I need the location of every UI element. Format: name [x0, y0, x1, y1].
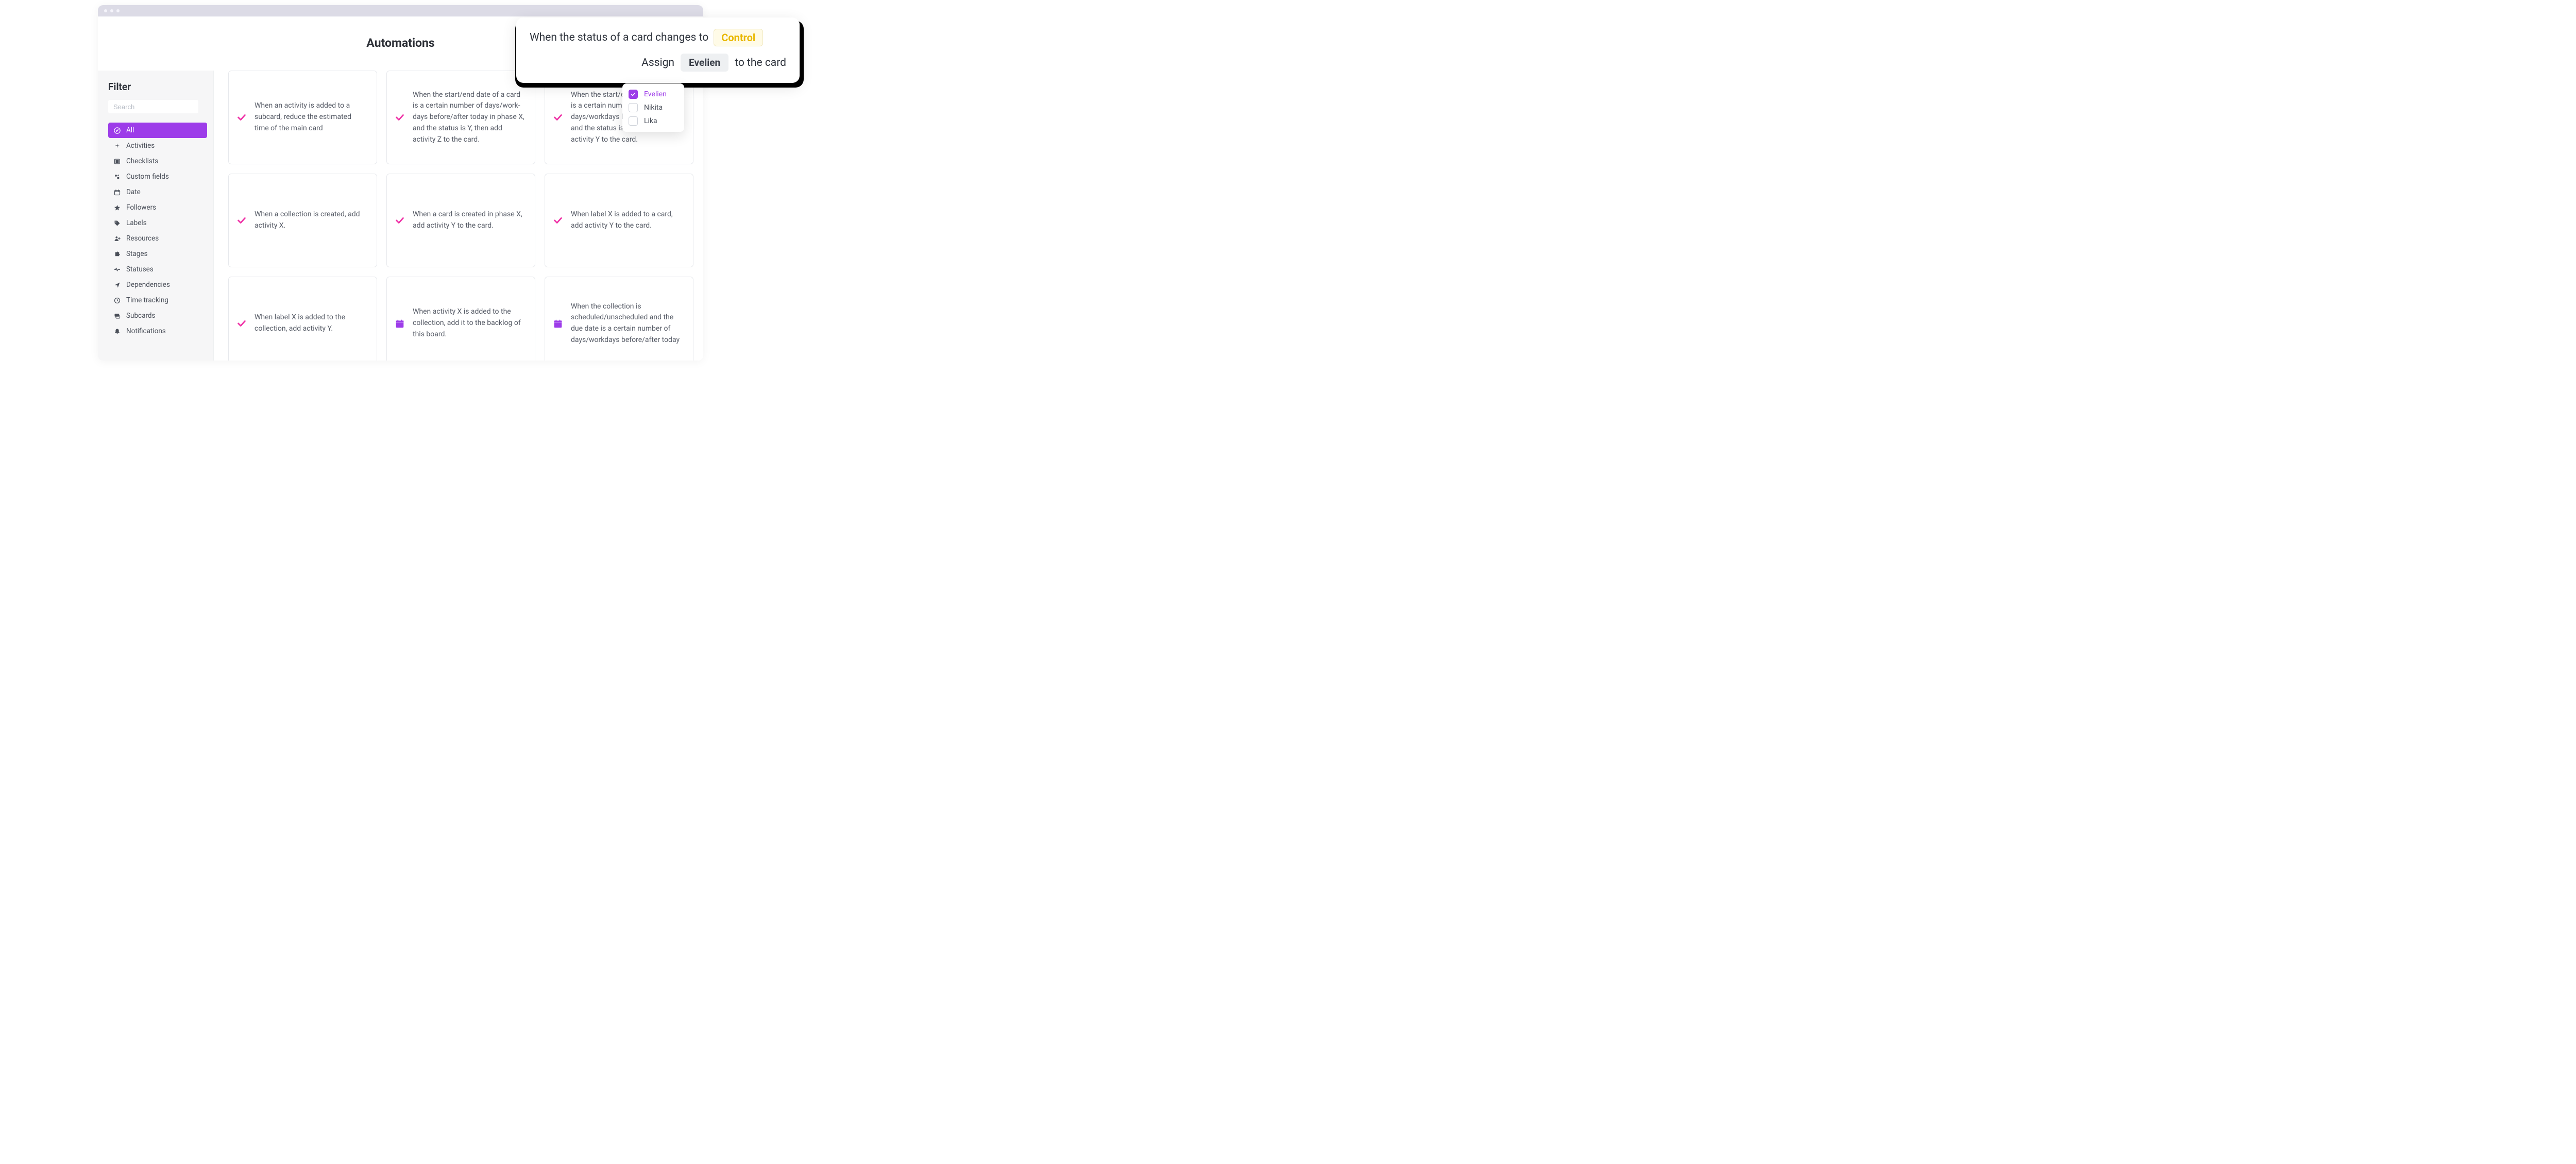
sidebar-item-custom-fields[interactable]: Custom fields	[108, 169, 207, 184]
send-icon	[113, 281, 121, 289]
rule-line-1: When the status of a card changes to Con…	[530, 29, 786, 46]
check-icon	[236, 215, 247, 226]
list-icon	[113, 158, 121, 165]
dropdown-option-label: Evelien	[644, 90, 667, 98]
subcard-icon	[113, 312, 121, 320]
dropdown-option-lika[interactable]: Lika	[628, 114, 679, 128]
sidebar-item-label: Subcards	[126, 312, 155, 320]
sidebar-item-date[interactable]: Date	[108, 184, 207, 200]
calendar-icon	[113, 189, 121, 196]
clock-icon	[113, 297, 121, 304]
calendar-icon	[394, 318, 405, 329]
compass-icon	[113, 127, 121, 134]
sidebar-item-label: Date	[126, 188, 141, 196]
check-icon	[236, 318, 247, 329]
sidebar-item-stages[interactable]: Stages	[108, 246, 207, 262]
calendar-icon	[552, 318, 564, 329]
checkbox-icon	[629, 116, 638, 126]
bell-icon	[113, 328, 121, 335]
dropdown-option-evelien[interactable]: Evelien	[628, 88, 679, 101]
automation-card-text: When label X is added to the collection,…	[255, 312, 367, 334]
check-icon	[394, 112, 405, 123]
automation-card-text: When the collection is scheduled/unsched…	[571, 301, 684, 346]
shapes-icon	[113, 173, 121, 181]
checkbox-icon	[629, 90, 638, 99]
window-dot	[116, 9, 120, 12]
check-icon	[552, 112, 564, 123]
sidebar-item-label: Checklists	[126, 157, 158, 165]
filter-sidebar: Filter All Activities Checklists Custom fie…	[98, 71, 214, 361]
status-chip[interactable]: Control	[714, 29, 763, 46]
sidebar-item-label: Notifications	[126, 327, 166, 335]
sidebar-item-label: All	[126, 126, 134, 134]
sidebar-item-notifications[interactable]: Notifications	[108, 323, 207, 339]
rule-text: to the card	[735, 57, 786, 69]
dropdown-option-label: Lika	[644, 117, 657, 125]
window-titlebar	[98, 5, 703, 16]
automation-card-text: When the start/end date of a card is a c…	[413, 90, 526, 145]
check-icon	[236, 112, 247, 123]
rule-text: Assign	[641, 57, 674, 69]
tag-icon	[113, 219, 121, 227]
dropdown-option-label: Nikita	[644, 104, 663, 112]
automation-card[interactable]: When label X is added to the collection,…	[228, 277, 377, 361]
sidebar-item-followers[interactable]: Followers	[108, 200, 207, 215]
content-area: Filter All Activities Checklists Custom fie…	[98, 71, 703, 361]
automation-card[interactable]: When activity X is added to the collecti…	[386, 277, 535, 361]
window-dot	[110, 9, 113, 12]
dropdown-option-nikita[interactable]: Nikita	[628, 101, 679, 114]
automation-card-text: When label X is added to a card, add act…	[571, 209, 684, 231]
sidebar-item-label: Statuses	[126, 265, 154, 273]
sidebar-item-label: Followers	[126, 203, 156, 212]
sidebar-item-label: Custom fields	[126, 173, 169, 181]
window-dot	[104, 9, 107, 12]
assignee-dropdown[interactable]: Evelien Nikita Lika	[622, 83, 684, 132]
automation-card[interactable]: When the collection is scheduled/unsched…	[545, 277, 693, 361]
sidebar-item-label: Time tracking	[126, 296, 168, 304]
sidebar-item-subcards[interactable]: Subcards	[108, 308, 207, 323]
automation-card[interactable]: When a collection is created, add activi…	[228, 174, 377, 267]
check-icon	[394, 215, 405, 226]
automation-card-text: When an activity is added to a subcard, …	[255, 100, 367, 134]
automation-card[interactable]: When label X is added to a card, add act…	[545, 174, 693, 267]
sidebar-item-time-tracking[interactable]: Time tracking	[108, 293, 207, 308]
sidebar-item-activities[interactable]: Activities	[108, 138, 207, 153]
checkbox-icon	[629, 103, 638, 112]
sidebar-item-dependencies[interactable]: Dependencies	[108, 277, 207, 293]
sidebar-item-resources[interactable]: Resources	[108, 231, 207, 246]
automation-card[interactable]: When an activity is added to a subcard, …	[228, 71, 377, 164]
automation-card[interactable]: When the start/end date of a card is a c…	[386, 71, 535, 164]
heartbeat-icon	[113, 266, 121, 273]
sidebar-item-label: Resources	[126, 234, 159, 243]
filter-nav: All Activities Checklists Custom fields Date…	[108, 123, 207, 339]
sparkle-icon	[113, 142, 121, 150]
person-plus-icon	[113, 235, 121, 243]
sidebar-item-statuses[interactable]: Statuses	[108, 262, 207, 277]
rule-text: When the status of a card changes to	[530, 31, 708, 44]
sidebar-item-label: Stages	[126, 250, 147, 258]
search-input[interactable]	[108, 100, 198, 113]
puzzle-icon	[113, 250, 121, 258]
rule-line-2: Assign Evelien to the card	[530, 54, 786, 72]
cards-grid: When an activity is added to a subcard, …	[228, 71, 689, 361]
automation-card-text: When activity X is added to the collecti…	[413, 306, 526, 340]
automation-card-text: When a card is created in phase X, add a…	[413, 209, 526, 231]
automation-card-text: When a collection is created, add activi…	[255, 209, 367, 231]
sidebar-item-labels[interactable]: Labels	[108, 215, 207, 231]
sidebar-item-all[interactable]: All	[108, 123, 207, 138]
sidebar-item-label: Labels	[126, 219, 147, 227]
check-icon	[552, 215, 564, 226]
sidebar-item-label: Dependencies	[126, 281, 170, 289]
star-icon	[113, 204, 121, 212]
filter-heading: Filter	[108, 81, 207, 93]
assignee-chip[interactable]: Evelien	[681, 54, 728, 72]
automation-card[interactable]: When a card is created in phase X, add a…	[386, 174, 535, 267]
sidebar-item-label: Activities	[126, 142, 155, 150]
automation-rule-popover: When the status of a card changes to Con…	[516, 18, 800, 83]
sidebar-item-checklists[interactable]: Checklists	[108, 153, 207, 169]
